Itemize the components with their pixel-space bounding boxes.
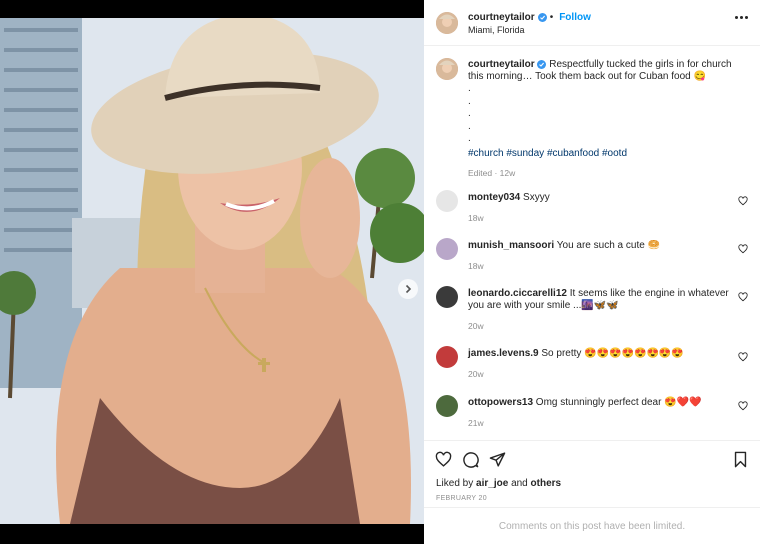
commenter-avatar[interactable] bbox=[436, 286, 458, 308]
comment-text: Sxyyy bbox=[523, 192, 550, 203]
commenter-avatar[interactable] bbox=[436, 238, 458, 260]
comment-item: munish_mansoori You are such a cute 🥯 18… bbox=[436, 238, 748, 284]
heart-icon[interactable] bbox=[738, 401, 748, 411]
chevron-right-icon bbox=[405, 284, 412, 294]
commenter-avatar[interactable] bbox=[436, 395, 458, 417]
comment-body: munish_mansoori You are such a cute 🥯 bbox=[468, 240, 730, 252]
comment-item: ottopowers13 Omg stunningly perfect dear… bbox=[436, 395, 748, 441]
comment-time: 18w bbox=[468, 261, 484, 271]
likes-summary[interactable]: Liked by air_joe and others bbox=[436, 478, 561, 489]
comment-body: montey034 Sxyyy bbox=[468, 192, 730, 204]
caption-dot: . bbox=[468, 108, 471, 119]
post-location[interactable]: Miami, Florida bbox=[468, 25, 525, 35]
commenter-username[interactable]: leonardo.ciccarelli12 bbox=[468, 288, 567, 299]
post-side-panel: courtneytailor • Follow Miami, Florida c… bbox=[424, 0, 760, 544]
caption-dot: . bbox=[468, 83, 471, 94]
commenter-avatar[interactable] bbox=[436, 190, 458, 212]
comment-time: 18w bbox=[468, 213, 484, 223]
heart-icon[interactable] bbox=[435, 451, 452, 468]
post-header: courtneytailor • Follow Miami, Florida bbox=[424, 0, 760, 46]
caption-avatar[interactable] bbox=[436, 58, 458, 80]
caption-dot: . bbox=[468, 133, 471, 144]
action-icons bbox=[435, 451, 506, 468]
commenter-avatar[interactable] bbox=[436, 346, 458, 368]
caption-edited-time: Edited · 12w bbox=[468, 167, 516, 178]
media-pane bbox=[0, 0, 424, 544]
comment-body: ottopowers13 Omg stunningly perfect dear… bbox=[468, 397, 730, 409]
bookmark-icon[interactable] bbox=[733, 451, 748, 468]
caption-username[interactable]: courtneytailor bbox=[468, 59, 535, 70]
commenter-username[interactable]: munish_mansoori bbox=[468, 240, 554, 251]
likes-and: and bbox=[511, 478, 528, 489]
caption-dot: . bbox=[468, 95, 471, 107]
comment-icon[interactable] bbox=[462, 451, 479, 468]
photo-illustration bbox=[0, 18, 424, 524]
verified-badge-icon bbox=[537, 60, 547, 69]
verified-badge-icon bbox=[537, 13, 547, 22]
caption-dots: . . . . . bbox=[468, 83, 748, 146]
likes-others[interactable]: others bbox=[531, 478, 562, 489]
header-user-row: courtneytailor • Follow bbox=[468, 12, 591, 23]
likes-user[interactable]: air_joe bbox=[476, 478, 508, 489]
comment-body: leonardo.ciccarelli12 It seems like the … bbox=[468, 288, 730, 312]
commenter-username[interactable]: james.levens.9 bbox=[468, 348, 539, 359]
follow-button[interactable]: Follow bbox=[559, 12, 591, 23]
likes-prefix: Liked by bbox=[436, 478, 474, 489]
share-icon[interactable] bbox=[489, 451, 506, 468]
comment-text: So pretty 😍😍😍😍😍😍😍😍 bbox=[541, 348, 684, 359]
comment-time: 20w bbox=[468, 369, 484, 379]
avatar-image bbox=[436, 58, 458, 80]
post-actions: Liked by air_joe and others FEBRUARY 20 … bbox=[424, 440, 760, 544]
author-username[interactable]: courtneytailor bbox=[468, 12, 535, 23]
more-options-icon[interactable] bbox=[735, 16, 748, 19]
heart-icon[interactable] bbox=[738, 196, 748, 206]
avatar-image bbox=[436, 12, 458, 34]
comment-text: Omg stunningly perfect dear 😍❤️❤️ bbox=[535, 397, 702, 408]
caption-dot: . bbox=[468, 120, 471, 132]
comment-time: 21w bbox=[468, 418, 484, 428]
caption-body: courtneytailor Respectfully tucked the g… bbox=[468, 59, 748, 179]
commenter-username[interactable]: montey034 bbox=[468, 192, 520, 203]
commenter-username[interactable]: ottopowers13 bbox=[468, 397, 533, 408]
caption-hashtags[interactable]: #church #sunday #cubanfood #ootd bbox=[468, 148, 748, 160]
author-avatar[interactable] bbox=[436, 12, 458, 34]
comment-item: montey034 Sxyyy 18w bbox=[436, 190, 748, 236]
comment-body: james.levens.9 So pretty 😍😍😍😍😍😍😍😍 bbox=[468, 348, 730, 360]
separator: • bbox=[549, 12, 554, 23]
comment-time: 20w bbox=[468, 321, 484, 331]
post-date[interactable]: FEBRUARY 20 bbox=[436, 495, 487, 502]
comments-limited-notice: Comments on this post have been limited. bbox=[424, 507, 760, 544]
heart-icon[interactable] bbox=[738, 244, 748, 254]
heart-icon[interactable] bbox=[738, 352, 748, 362]
comment-text: You are such a cute 🥯 bbox=[556, 240, 661, 251]
heart-icon[interactable] bbox=[738, 292, 748, 302]
comment-item: james.levens.9 So pretty 😍😍😍😍😍😍😍😍 20w bbox=[436, 346, 748, 392]
comment-item: leonardo.ciccarelli12 It seems like the … bbox=[436, 286, 748, 336]
carousel-next-button[interactable] bbox=[398, 279, 418, 299]
post-photo[interactable] bbox=[0, 18, 424, 524]
